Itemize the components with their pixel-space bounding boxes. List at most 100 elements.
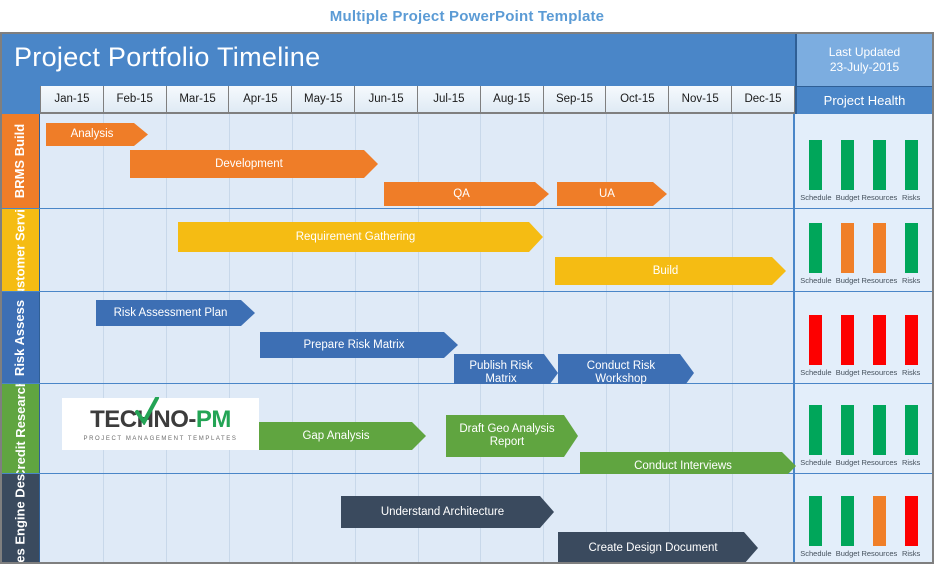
health-metric: Schedule <box>800 405 832 467</box>
techno-pm-logo: TECHNO-PM PROJECT MANAGEMENT TEMPLATES <box>62 397 259 450</box>
health-status-bar <box>809 315 823 365</box>
health-status-bar <box>872 315 886 365</box>
timeline-row: Risk Assess Risk Assessment Plan Prepare R… <box>2 292 932 384</box>
checkmark-icon <box>135 397 160 425</box>
task-bar[interactable]: Risk Assessment Plan <box>96 300 255 326</box>
month-cell[interactable]: Nov-15 <box>669 86 733 114</box>
health-metric: Budget <box>833 315 863 377</box>
project-health-panel: Schedule Budget Resources Risks <box>795 292 932 383</box>
health-metric-label: Resources <box>861 458 898 467</box>
task-bar[interactable]: Development <box>130 150 378 178</box>
health-status-bar <box>872 140 886 190</box>
health-metric-label: Schedule <box>800 549 832 558</box>
health-metric: Budget <box>833 496 863 558</box>
row-label-text: Rules Engine Design <box>12 474 28 564</box>
task-bar[interactable]: QA <box>384 182 549 206</box>
health-metric-label: Risks <box>901 193 921 202</box>
task-bar[interactable]: Requirement Gathering <box>178 222 543 252</box>
month-cell[interactable]: Dec-15 <box>732 86 795 114</box>
task-bar[interactable]: UA <box>557 182 667 206</box>
health-status-bar <box>809 405 823 455</box>
health-metric-label: Schedule <box>800 458 832 467</box>
health-metric: Resources <box>861 496 898 558</box>
health-metric-label: Schedule <box>800 193 832 202</box>
month-cell[interactable]: Apr-15 <box>229 86 293 114</box>
health-status-bar <box>904 496 918 546</box>
task-bar[interactable]: Analysis <box>46 123 148 146</box>
task-bar[interactable]: Build <box>555 257 786 285</box>
health-status-bar <box>841 496 855 546</box>
gantt-track: Understand Architecture Create Design Doc… <box>40 474 795 564</box>
health-metric-label: Resources <box>861 549 898 558</box>
month-cell[interactable]: Mar-15 <box>166 86 230 114</box>
month-header-corner <box>2 86 40 114</box>
health-status-bar <box>904 223 918 273</box>
slide-caption: Multiple Project PowerPoint Template <box>329 7 605 25</box>
health-metric: Schedule <box>800 223 832 285</box>
health-metric: Budget <box>833 405 863 467</box>
health-metric: Risks <box>896 405 926 467</box>
health-metric: Risks <box>896 223 926 285</box>
month-cell[interactable]: Jan-15 <box>40 86 104 114</box>
health-metric: Risks <box>896 315 926 377</box>
month-cell[interactable]: Feb-15 <box>103 86 167 114</box>
health-status-bar <box>872 496 886 546</box>
row-label-brms-build[interactable]: BRMS Build <box>2 114 40 208</box>
health-status-bar <box>841 223 855 273</box>
month-cell[interactable]: May-15 <box>292 86 356 114</box>
task-bar[interactable]: Gap Analysis <box>256 422 426 450</box>
timeline-row: Customer Service Requirement Gathering Bui… <box>2 209 932 292</box>
row-label-credit-research[interactable]: Credit Research <box>2 384 40 473</box>
health-metric-label: Resources <box>861 276 898 285</box>
month-cell[interactable]: Oct-15 <box>606 86 670 114</box>
health-status-bar <box>841 140 855 190</box>
health-status-bar <box>904 315 918 365</box>
health-metric-label: Budget <box>835 276 860 285</box>
month-cells: Jan-15 Feb-15 Mar-15 Apr-15 May-15 Jun-15 Jul-… <box>40 86 795 114</box>
health-metric-label: Schedule <box>800 276 832 285</box>
health-metric: Resources <box>861 315 898 377</box>
health-status-bar <box>904 140 918 190</box>
health-metric-label: Risks <box>901 549 921 558</box>
row-label-customer-service[interactable]: Customer Service <box>2 209 40 291</box>
logo-wordmark: TECHNO-PM <box>90 397 232 434</box>
health-metric: Resources <box>861 405 898 467</box>
project-health-panel: Schedule Budget Resources Risks <box>795 474 932 562</box>
timeline-body: BRMS Build Analysis Development QA UA Schedul… <box>2 114 932 564</box>
health-metric: Schedule <box>800 315 832 377</box>
health-metric-label: Budget <box>835 193 860 202</box>
row-label-rules-engine-design[interactable]: Rules Engine Design <box>2 474 40 564</box>
logo-tagline: PROJECT MANAGEMENT TEMPLATES <box>83 436 238 442</box>
health-metric: Risks <box>896 496 926 558</box>
health-metric-label: Resources <box>861 368 898 377</box>
row-label-risk-assess[interactable]: Risk Assess <box>2 292 40 383</box>
month-cell[interactable]: Jul-15 <box>417 86 481 114</box>
health-metric-label: Budget <box>835 458 860 467</box>
row-label-text: Customer Service <box>12 209 28 291</box>
board-header: Project Portfolio Timeline Last Updated … <box>2 34 932 86</box>
project-health-panel: Schedule Budget Resources Risks <box>795 114 932 208</box>
health-status-bar <box>904 405 918 455</box>
task-bar[interactable]: Prepare Risk Matrix <box>260 332 458 358</box>
health-metric: Budget <box>833 223 863 285</box>
gantt-track: Analysis Development QA UA <box>40 114 795 208</box>
health-metric-label: Schedule <box>800 368 832 377</box>
row-label-text: Credit Research <box>12 384 28 473</box>
timeline-board: Project Portfolio Timeline Last Updated … <box>0 32 934 564</box>
logo-name-right: PM <box>195 406 232 433</box>
month-cell[interactable]: Jun-15 <box>355 86 418 114</box>
month-cell[interactable]: Aug-15 <box>480 86 544 114</box>
health-metric-label: Budget <box>835 368 860 377</box>
task-bar[interactable]: Create Design Document <box>558 532 758 564</box>
slide-canvas: Multiple Project PowerPoint Template Pro… <box>0 0 934 564</box>
project-health-header: Project Health <box>795 86 932 114</box>
page-title: Project Portfolio Timeline <box>14 42 321 72</box>
health-metric: Resources <box>861 140 898 202</box>
row-label-text: Risk Assess <box>12 299 28 376</box>
month-cell[interactable]: Sep-15 <box>543 86 607 114</box>
health-status-bar <box>872 405 886 455</box>
health-metric-label: Resources <box>861 193 898 202</box>
task-bar[interactable]: Draft Geo Analysis Report <box>446 415 578 457</box>
timeline-row: BRMS Build Analysis Development QA UA Schedul… <box>2 114 932 209</box>
task-bar[interactable]: Understand Architecture <box>341 496 554 528</box>
